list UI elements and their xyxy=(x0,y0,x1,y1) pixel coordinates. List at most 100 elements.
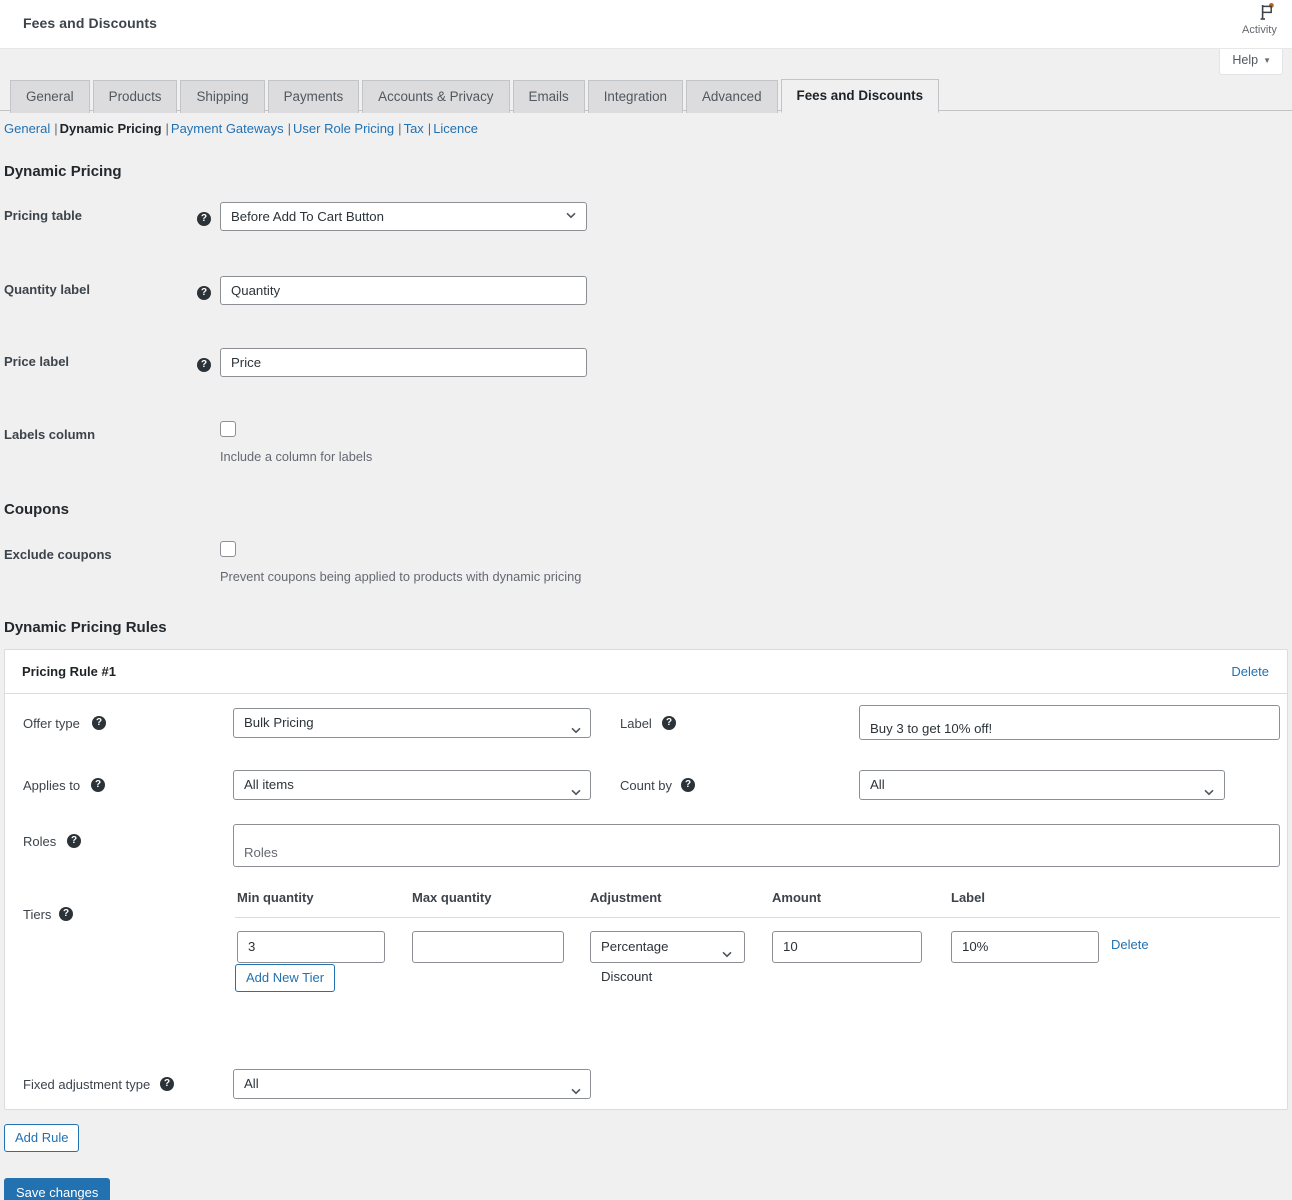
tiers-col-min-quantity: Min quantity xyxy=(237,890,314,905)
help-button[interactable]: Help ▼ xyxy=(1219,49,1283,75)
tab-products[interactable]: Products xyxy=(92,80,178,113)
question-mark-icon[interactable]: ? xyxy=(681,778,695,792)
delete-tier-link[interactable]: Delete xyxy=(1111,937,1149,952)
chevron-down-icon xyxy=(722,945,732,963)
tiers-col-max-quantity: Max quantity xyxy=(412,890,492,905)
question-mark-icon[interactable]: ? xyxy=(59,907,73,921)
dynamic-pricing-heading: Dynamic Pricing xyxy=(4,163,122,180)
quantity-label-input[interactable]: Quantity xyxy=(220,276,587,305)
subnav-separator: | xyxy=(398,121,402,136)
labels-column-label: Labels column xyxy=(4,427,96,442)
help-strip: Help ▼ xyxy=(0,49,1292,78)
tab-integration[interactable]: Integration xyxy=(587,80,683,113)
quantity-label-help-tip[interactable]: ? xyxy=(197,284,211,302)
count-by-label: Count by xyxy=(620,778,673,793)
tiers-col-amount: Amount xyxy=(772,890,822,905)
tier-amount-input[interactable]: 10 xyxy=(772,931,922,963)
chevron-down-icon xyxy=(571,1082,581,1100)
subnav-separator: | xyxy=(165,121,169,136)
labels-column-checkbox[interactable] xyxy=(220,421,236,437)
add-new-tier-button[interactable]: Add New Tier xyxy=(235,964,336,992)
save-wrapper: Save changes xyxy=(4,1178,1292,1200)
price-label-label: Price label xyxy=(4,354,70,369)
tiers-table: Min quantity Max quantity Adjustment Amo… xyxy=(235,890,1280,992)
page-title: Fees and Discounts xyxy=(23,15,158,31)
question-mark-icon: ? xyxy=(197,285,211,300)
top-bar: Fees and Discounts Activity xyxy=(0,0,1292,49)
pricing-rule-title: Pricing Rule #1 xyxy=(22,664,116,679)
question-mark-icon: ? xyxy=(197,211,211,226)
chevron-down-icon xyxy=(1204,783,1214,801)
price-label-help-tip[interactable]: ? xyxy=(197,356,211,374)
subnav-item-tax[interactable]: Tax xyxy=(404,121,424,136)
offer-type-select[interactable]: Bulk Pricing xyxy=(233,708,591,738)
tab-general[interactable]: General xyxy=(10,80,90,113)
exclude-coupons-hint: Prevent coupons being applied to product… xyxy=(220,569,582,584)
applies-to-select[interactable]: All items xyxy=(233,770,591,800)
subnav-item-payment-gateways[interactable]: Payment Gateways xyxy=(171,121,284,136)
chevron-down-icon xyxy=(571,721,581,739)
chevron-down-icon xyxy=(571,783,581,801)
subnav-separator: | xyxy=(287,121,292,136)
price-label-input[interactable]: Price xyxy=(220,348,587,377)
tier-label-input[interactable]: 10% xyxy=(951,931,1099,963)
question-mark-icon[interactable]: ? xyxy=(91,778,105,792)
tab-accounts-privacy[interactable]: Accounts & Privacy xyxy=(362,80,510,113)
tab-advanced[interactable]: Advanced xyxy=(685,80,778,113)
count-by-select[interactable]: All xyxy=(859,770,1225,800)
subnav-item-licence[interactable]: Licence xyxy=(433,121,478,136)
subnav-item-general[interactable]: General xyxy=(4,121,50,136)
offer-type-label: Offer type xyxy=(23,716,80,731)
tab-emails[interactable]: Emails xyxy=(512,80,585,113)
tier-max-quantity-input[interactable] xyxy=(412,931,564,963)
subnav-separator: | xyxy=(54,121,58,136)
rule-label-label: Label xyxy=(620,716,652,731)
question-mark-icon[interactable]: ? xyxy=(92,716,106,730)
pricing-rule-body: Offer type ? Bulk Pricing Label ? Buy 3 … xyxy=(5,694,1287,1109)
rule-label-input[interactable]: Buy 3 to get 10% off! xyxy=(859,705,1280,740)
flag-icon xyxy=(1240,2,1292,24)
pricing-rule-card: Pricing Rule #1 Delete Offer type ? Bulk… xyxy=(4,649,1288,1110)
tiers-label: Tiers xyxy=(23,907,52,922)
pricing-table-help-tip[interactable]: ? xyxy=(197,210,211,228)
exclude-coupons-checkbox[interactable] xyxy=(220,541,236,557)
table-row: 3 Percentage Discount 10 10% Delete xyxy=(235,918,1280,984)
coupons-heading: Coupons xyxy=(4,501,69,518)
question-mark-icon[interactable]: ? xyxy=(662,716,676,730)
pricing-rule-header: Pricing Rule #1 Delete xyxy=(5,650,1287,694)
roles-input[interactable]: Roles xyxy=(233,824,1280,867)
tiers-table-header: Min quantity Max quantity Adjustment Amo… xyxy=(235,890,1280,918)
tiers-col-adjustment: Adjustment xyxy=(590,890,662,905)
fixed-adjustment-type-label: Fixed adjustment type xyxy=(23,1077,151,1092)
fixed-adjustment-type-select[interactable]: All xyxy=(233,1069,591,1099)
add-rule-button[interactable]: Add Rule xyxy=(4,1124,80,1152)
chevron-down-icon: ▼ xyxy=(1263,56,1271,65)
add-rule-wrapper: Add Rule xyxy=(4,1124,1292,1152)
tab-shipping[interactable]: Shipping xyxy=(180,80,265,113)
dynamic-pricing-rules-heading: Dynamic Pricing Rules xyxy=(4,619,167,636)
activity-label: Activity xyxy=(1242,24,1277,36)
tier-min-quantity-input[interactable]: 3 xyxy=(237,931,385,963)
field-row-pricing-table: Pricing table ? Before Add To Cart Butto… xyxy=(0,202,1292,248)
quantity-label-label: Quantity label xyxy=(4,282,90,297)
tab-payments[interactable]: Payments xyxy=(267,80,360,113)
roles-label: Roles xyxy=(23,834,57,849)
field-row-labels-column: Labels column Include a column for label… xyxy=(0,421,1292,467)
help-label: Help xyxy=(1232,53,1259,67)
save-changes-button[interactable]: Save changes xyxy=(4,1178,111,1200)
subnav: General | Dynamic Pricing | Payment Gateways… xyxy=(0,111,1292,137)
question-mark-icon[interactable]: ? xyxy=(160,1077,174,1091)
field-row-exclude-coupons: Exclude coupons Prevent coupons being ap… xyxy=(0,541,1292,587)
tab-fees-and-discounts[interactable]: Fees and Discounts xyxy=(780,79,940,113)
delete-rule-link[interactable]: Delete xyxy=(1231,664,1269,679)
labels-column-hint: Include a column for labels xyxy=(220,449,373,464)
pricing-table-select[interactable]: Before Add To Cart Button xyxy=(220,202,587,231)
exclude-coupons-label: Exclude coupons xyxy=(4,547,112,562)
question-mark-icon[interactable]: ? xyxy=(67,834,81,848)
subnav-item-user-role-pricing[interactable]: User Role Pricing xyxy=(293,121,394,136)
subnav-separator: | xyxy=(427,121,432,136)
subnav-item-dynamic-pricing[interactable]: Dynamic Pricing xyxy=(60,121,162,136)
field-row-quantity-label: Quantity label ? Quantity xyxy=(0,276,1292,322)
activity-button[interactable]: Activity xyxy=(1240,2,1292,36)
pricing-table-label: Pricing table xyxy=(4,208,83,223)
